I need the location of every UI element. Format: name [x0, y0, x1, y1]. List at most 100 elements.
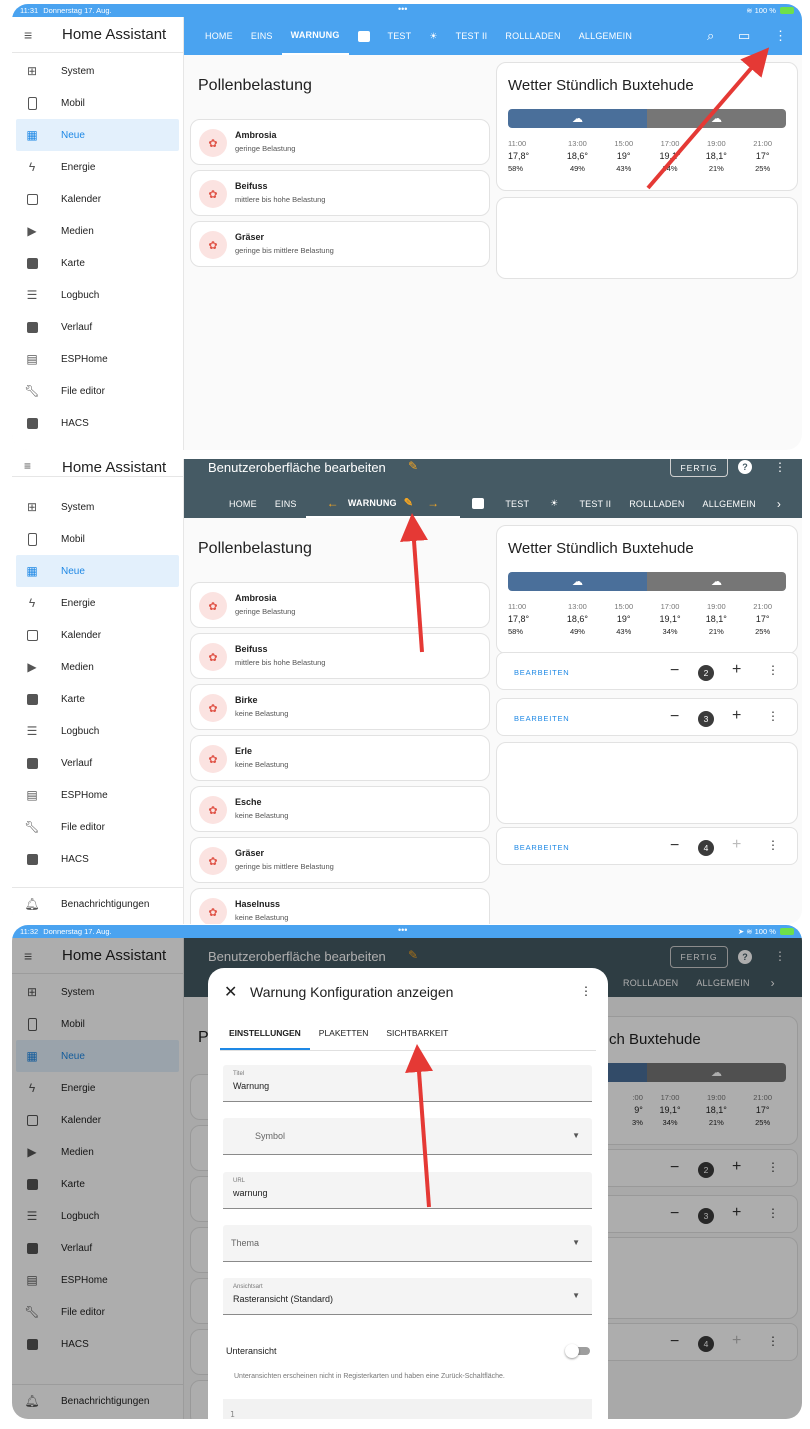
tab-test-ii[interactable]: TEST II	[570, 489, 620, 518]
tab-test[interactable]: TEST	[496, 489, 538, 518]
icon-picker[interactable]: Symbol ▼	[223, 1118, 592, 1155]
sidebar-item-logbuch[interactable]: ☰ Logbuch	[12, 715, 183, 747]
pollen-card[interactable]: ✿ Gräser geringe bis mittlere Belastung	[190, 837, 490, 883]
sidebar-item-logbuch[interactable]: ☰ Logbuch	[12, 279, 183, 311]
subview-toggle[interactable]	[565, 1344, 591, 1358]
tab-test-ii[interactable]: TEST II	[447, 17, 497, 55]
tab-weather-icon[interactable]: ☀	[538, 489, 570, 518]
sidebar-item-karte[interactable]: Karte	[12, 247, 183, 279]
sidebar-item-kalender[interactable]: Kalender	[12, 619, 183, 651]
tab-plaketten[interactable]: PLAKETTEN	[310, 1028, 378, 1050]
dropdown-arrow-icon: ▼	[572, 1238, 580, 1247]
weather-card[interactable]: Wetter Stündlich Buxtehude ☁ ☁ 11:00 17,8°…	[496, 525, 798, 654]
edit-button[interactable]: BEARBEITEN	[514, 843, 570, 852]
help-icon[interactable]: ?	[738, 460, 752, 474]
sidebar-item-medien[interactable]: ▶ Medien	[12, 651, 183, 683]
weather-card[interactable]: Wetter Stündlich Buxtehude ☁ ☁ 11:00 17,8°…	[496, 62, 798, 191]
tab-warnung[interactable]: ← WARNUNG ✎ →	[305, 489, 461, 518]
sidebar-item-hacs[interactable]: HACS	[12, 407, 183, 439]
pollen-card[interactable]: ✿ Erle keine Belastung	[190, 735, 490, 781]
edit-button[interactable]: BEARBEITEN	[514, 668, 570, 677]
tab-test[interactable]: TEST	[379, 17, 421, 55]
pollen-card[interactable]: ✿ Birke keine Belastung	[190, 684, 490, 730]
pollen-card[interactable]: ✿ Esche keine Belastung	[190, 786, 490, 832]
flower-icon: ✿	[199, 231, 227, 259]
search-icon[interactable]: ⌕	[707, 28, 714, 44]
plus-icon[interactable]: +	[732, 661, 741, 679]
chevron-right-icon[interactable]: ›	[765, 489, 793, 518]
sidebar-item-kalender[interactable]: Kalender	[12, 183, 183, 215]
move-left-icon[interactable]: ←	[327, 496, 339, 510]
tab-icon-view[interactable]	[349, 17, 379, 55]
dialog-title: Warnung Konfiguration anzeigen	[250, 984, 454, 1000]
tab-sichtbarkeit[interactable]: SICHTBARKEIT	[377, 1028, 457, 1050]
sidebar-item-hacs[interactable]: HACS	[12, 843, 183, 875]
minus-icon[interactable]: −	[670, 837, 679, 855]
plus-icon[interactable]: +	[732, 707, 741, 725]
pollen-card[interactable]: ✿ Ambrosia geringe Belastung	[190, 582, 490, 628]
sidebar-item-energie[interactable]: ϟ Energie	[12, 151, 183, 183]
minus-icon[interactable]: −	[670, 662, 679, 680]
assist-chat-icon[interactable]: ▭	[738, 28, 750, 44]
tab-einstellungen[interactable]: EINSTELLUNGEN	[220, 1028, 310, 1050]
sidebar-item-verlauf[interactable]: Verlauf	[12, 311, 183, 343]
tab-home[interactable]: HOME	[196, 17, 242, 55]
more-vert-icon[interactable]: ⋮	[767, 709, 779, 723]
more-vert-icon[interactable]: ⋮	[774, 460, 786, 474]
list-icon: ☰	[26, 288, 38, 302]
tab-weather-icon[interactable]: ☀	[420, 17, 446, 55]
sidebar-item-mobil[interactable]: Mobil	[12, 523, 183, 555]
sidebar-item-medien[interactable]: ▶ Medien	[12, 215, 183, 247]
sidebar-item-karte[interactable]: Karte	[12, 683, 183, 715]
sidebar-item-verlauf[interactable]: Verlauf	[12, 747, 183, 779]
plus-icon[interactable]: +	[732, 836, 741, 854]
pollen-card[interactable]: ✿ Beifuss mittlere bis hohe Belastung	[190, 633, 490, 679]
field-value: Rasteransicht (Standard)	[233, 1294, 334, 1304]
sidebar-item-neue[interactable]: ▦ Neue	[16, 119, 179, 151]
sidebar-item-file-editor[interactable]: 🔧︎ File editor	[12, 375, 183, 407]
pollen-card[interactable]: ✿ Ambrosia geringe Belastung	[190, 119, 490, 165]
view-type-select[interactable]: Ansichtsart Rasteransicht (Standard) ▼	[223, 1278, 592, 1315]
sidebar-item-esphome[interactable]: ▤ ESPHome	[12, 779, 183, 811]
sidebar-item-neue[interactable]: ▦ Neue	[16, 555, 179, 587]
sidebar-item-esphome[interactable]: ▤ ESPHome	[12, 343, 183, 375]
pollen-card[interactable]: ✿ Beifuss mittlere bis hohe Belastung	[190, 170, 490, 216]
close-icon[interactable]: ✕	[224, 982, 237, 1002]
tab-allgemein[interactable]: ALLGEMEIN	[694, 489, 765, 518]
view-tabs: HOME EINS ← WARNUNG ✎ → TEST ☀ TEST II R…	[220, 489, 793, 518]
pencil-icon[interactable]: ✎	[404, 496, 413, 509]
move-right-icon[interactable]: →	[427, 496, 439, 510]
menu-icon[interactable]: ≡	[24, 459, 40, 473]
more-vert-icon[interactable]: ⋮	[767, 663, 779, 677]
sidebar-item-file-editor[interactable]: 🔧︎ File editor	[12, 811, 183, 843]
tab-rollladen[interactable]: ROLLLADEN	[620, 489, 693, 518]
more-vert-icon[interactable]: ⋮	[774, 28, 787, 44]
forecast-col: 19:00 18,1° 21%	[693, 602, 739, 636]
pencil-icon[interactable]: ✎	[408, 459, 418, 473]
sidebar-item-notifications[interactable]: 🔔︎ Benachrichtigungen	[12, 888, 184, 920]
edit-button[interactable]: BEARBEITEN	[514, 714, 570, 723]
minus-icon[interactable]: −	[670, 708, 679, 726]
more-vert-icon[interactable]: ⋮	[580, 984, 592, 998]
tab-warnung[interactable]: WARNUNG	[281, 17, 349, 55]
url-field[interactable]: URL warnung	[223, 1172, 592, 1209]
yaml-editor[interactable]: 1	[223, 1399, 592, 1419]
menu-icon[interactable]: ≡	[24, 27, 40, 43]
sidebar-item-system[interactable]: ⊞ System	[12, 55, 183, 87]
done-button[interactable]: FERTIG	[670, 459, 728, 477]
pollen-card[interactable]: ✿ Gräser geringe bis mittlere Belastung	[190, 221, 490, 267]
sidebar-item-energie[interactable]: ϟ Energie	[12, 587, 183, 619]
tab-rollladen[interactable]: ROLLLADEN	[496, 17, 569, 55]
tab-eins[interactable]: EINS	[266, 489, 306, 518]
tab-allgemein[interactable]: ALLGEMEIN	[570, 17, 641, 55]
cloud-icon: ☁	[647, 109, 786, 128]
sidebar-item-mobil[interactable]: Mobil	[12, 87, 183, 119]
tab-icon-view[interactable]	[460, 489, 496, 518]
tab-home[interactable]: HOME	[220, 489, 266, 518]
title-field[interactable]: Titel Warnung	[223, 1065, 592, 1102]
theme-select[interactable]: Thema ▼	[223, 1225, 592, 1262]
sidebar-item-system[interactable]: ⊞ System	[12, 491, 183, 523]
pollen-card[interactable]: ✿ Haselnuss keine Belastung	[190, 888, 490, 924]
more-vert-icon[interactable]: ⋮	[767, 838, 779, 852]
tab-eins[interactable]: EINS	[242, 17, 282, 55]
